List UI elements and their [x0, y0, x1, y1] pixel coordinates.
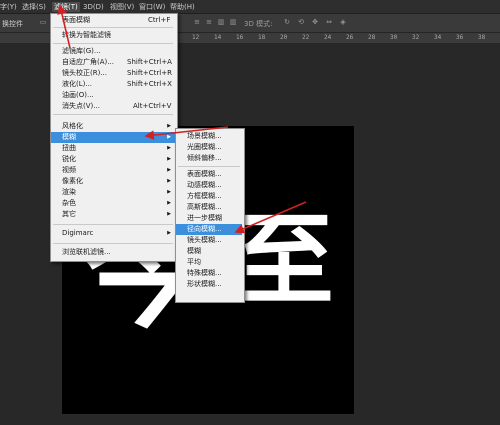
annotation-arrow-icon [234, 201, 307, 234]
annotation-arrow-icon [57, 4, 71, 49]
annotation-arrow-icon [144, 126, 229, 140]
annotation-arrows [57, 4, 307, 234]
